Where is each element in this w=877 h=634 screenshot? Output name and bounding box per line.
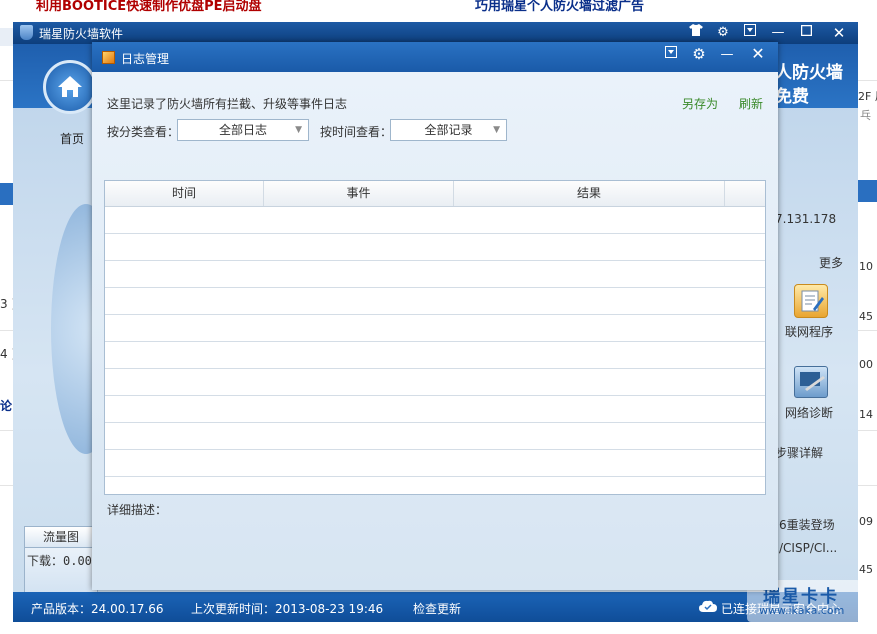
bg-blue-bar-left xyxy=(0,183,13,205)
bg-strip xyxy=(0,28,13,46)
dialog-minimize-icon[interactable]: — xyxy=(716,46,738,64)
home-icon[interactable] xyxy=(43,60,97,114)
network-diagnosis-label[interactable]: 网络诊断 xyxy=(785,404,833,421)
cisp-fragment: /CISP/CI... xyxy=(779,541,838,555)
category-filter-label: 按分类查看： xyxy=(107,125,180,139)
bg-frag: 乓 xyxy=(860,109,871,122)
main-title-bar: 瑞星防火墙软件 ⚙ — ✕ xyxy=(13,22,858,44)
table-row[interactable] xyxy=(105,261,765,288)
status-footer: 产品版本：24.00.17.66 上次更新时间：2013-08-23 19:46… xyxy=(13,592,858,622)
category-filter-value: 全部日志 xyxy=(218,123,267,137)
log-description: 这里记录了防火墙所有拦截、升级等事件日志 xyxy=(107,97,348,111)
bg-number: 45 xyxy=(859,310,873,323)
table-row[interactable] xyxy=(105,315,765,342)
bg-article-link-right[interactable]: 巧用瑞星个人防火墙过滤广告 xyxy=(475,0,644,14)
save-as-link[interactable]: 另存为 xyxy=(682,95,718,112)
dialog-title: 日志管理 xyxy=(121,52,170,66)
main-window-title: 瑞星防火墙软件 xyxy=(39,27,124,41)
steps-fragment: 步骤详解 xyxy=(775,446,824,460)
traffic-panel: 流量图 下载：0.00 xyxy=(24,526,98,602)
ip-fragment: 7.131.178 xyxy=(775,212,837,226)
table-row[interactable] xyxy=(105,342,765,369)
bg-number: 10 xyxy=(859,260,873,273)
bg-number: 00 xyxy=(859,358,873,371)
chevron-down-icon: ▼ xyxy=(493,125,500,135)
bg-article-link-left[interactable]: 利用BOOTICE快速制作优盘PE启动盘 xyxy=(36,0,262,14)
table-row[interactable] xyxy=(105,369,765,396)
dialog-close-icon[interactable]: ✕ xyxy=(747,45,769,63)
dialog-menu-dropdown-icon[interactable] xyxy=(660,46,682,64)
table-row[interactable] xyxy=(105,423,765,450)
table-row[interactable] xyxy=(105,450,765,477)
network-program-label[interactable]: 联网程序 xyxy=(785,323,833,340)
log-table-header: 时间 事件 结果 xyxy=(105,181,765,207)
bg-number: 14 xyxy=(859,408,873,421)
time-filter-select[interactable]: 全部记录 ▼ xyxy=(390,119,507,141)
bg-number: 09 xyxy=(859,515,873,528)
settings-gear-icon[interactable]: ⚙ xyxy=(712,24,734,42)
chevron-down-icon: ▼ xyxy=(295,125,302,135)
watermark-url: www.ikaka.com xyxy=(759,604,845,617)
check-update-link[interactable]: 检查更新 xyxy=(413,600,461,617)
close-icon[interactable]: ✕ xyxy=(828,24,850,42)
download-speed: 下载：0.00 xyxy=(27,554,92,568)
ad-text-line1: 人防火墙 xyxy=(775,63,843,83)
rising-shield-icon xyxy=(20,25,33,40)
log-book-icon xyxy=(102,51,115,64)
cloud-icon xyxy=(699,599,717,616)
column-header-filler xyxy=(725,181,765,206)
bg-frag: 2F 风 xyxy=(858,90,877,103)
more-link[interactable]: 更多 xyxy=(819,254,843,271)
time-filter-label: 按时间查看： xyxy=(320,125,393,139)
bg-blue-bar-right xyxy=(858,180,877,202)
bg-number: 45 xyxy=(859,563,873,576)
minimize-icon[interactable]: — xyxy=(767,24,789,42)
home-label[interactable]: 首页 xyxy=(60,130,84,147)
dialog-settings-gear-icon[interactable]: ⚙ xyxy=(688,45,710,63)
time-filter-value: 全部记录 xyxy=(424,123,473,137)
network-program-icon[interactable] xyxy=(794,284,828,318)
dialog-title-bar: 日志管理 ⚙ — ✕ xyxy=(92,42,778,72)
table-row[interactable] xyxy=(105,207,765,234)
product-version: 产品版本：24.00.17.66 xyxy=(31,602,164,616)
traffic-tab[interactable]: 流量图 xyxy=(25,527,97,548)
dialog-body: 这里记录了防火墙所有拦截、升级等事件日志 另存为 刷新 按分类查看： 全部日志 … xyxy=(92,72,778,590)
table-row[interactable] xyxy=(105,288,765,315)
maximize-icon[interactable] xyxy=(795,24,817,42)
column-header-result[interactable]: 结果 xyxy=(454,181,725,206)
menu-dropdown-icon[interactable] xyxy=(739,24,761,42)
table-row[interactable] xyxy=(105,396,765,423)
column-header-time[interactable]: 时间 xyxy=(105,181,264,206)
ad-text-line2: 免费 xyxy=(775,87,809,107)
category-filter-select[interactable]: 全部日志 ▼ xyxy=(177,119,309,141)
skin-shirt-icon[interactable] xyxy=(685,24,707,42)
column-header-event[interactable]: 事件 xyxy=(264,181,454,206)
refresh-link[interactable]: 刷新 xyxy=(739,95,763,112)
network-diagnosis-icon[interactable] xyxy=(794,366,828,398)
reinstall-fragment: 6重装登场 xyxy=(779,518,835,532)
detail-description-label: 详细描述： xyxy=(107,503,168,517)
table-row[interactable] xyxy=(105,234,765,261)
log-table: 时间 事件 结果 xyxy=(104,180,766,495)
log-management-dialog: 日志管理 ⚙ — ✕ 这里记录了防火墙所有拦截、升级等事件日志 另存为 刷新 按… xyxy=(92,42,778,590)
last-update-time: 上次更新时间：2013-08-23 19:46 xyxy=(191,602,384,616)
bg-frag: 论 xyxy=(0,399,13,413)
